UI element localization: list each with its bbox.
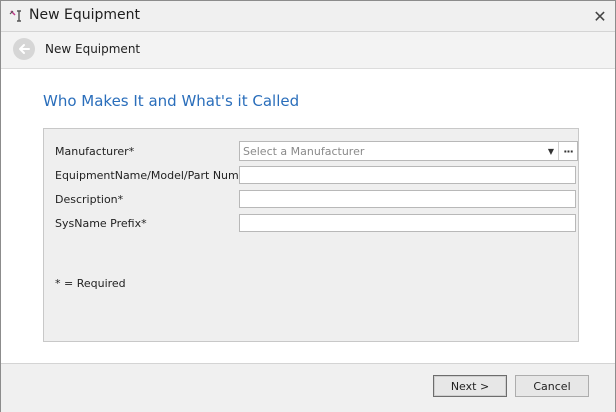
nav-title: New Equipment [45, 42, 141, 56]
equipment-name-label: EquipmentName/Model/Part Number* [55, 169, 263, 182]
cancel-button[interactable]: Cancel [515, 375, 589, 397]
ellipsis-icon[interactable]: ··· [558, 142, 577, 160]
new-equipment-window: New Equipment ✕ New Equipment Who Makes … [0, 0, 616, 412]
description-input[interactable] [239, 190, 576, 208]
manufacturer-combobox[interactable]: Select a Manufacturer ▼ ··· [239, 141, 578, 161]
chevron-down-icon[interactable]: ▼ [544, 142, 558, 160]
sysname-prefix-label: SysName Prefix* [55, 217, 147, 230]
wizard-nav-bar: New Equipment [1, 32, 615, 69]
manufacturer-placeholder: Select a Manufacturer [243, 145, 365, 158]
wizard-footer: Next > Cancel [1, 363, 615, 412]
next-button[interactable]: Next > [433, 375, 507, 397]
equipment-name-input[interactable] [239, 166, 576, 184]
description-label: Description* [55, 193, 124, 206]
window-title: New Equipment [29, 7, 140, 23]
page-heading: Who Makes It and What's it Called [43, 92, 300, 110]
title-bar: New Equipment ✕ [1, 1, 615, 32]
sysname-prefix-input[interactable] [239, 214, 576, 232]
manufacturer-label: Manufacturer* [55, 145, 135, 158]
equipment-form-panel: Manufacturer* Select a Manufacturer ▼ ··… [43, 128, 579, 342]
close-icon[interactable]: ✕ [591, 7, 609, 26]
equipment-wizard-icon [8, 8, 24, 24]
back-arrow-icon[interactable] [13, 38, 35, 60]
required-note: * = Required [55, 277, 126, 290]
